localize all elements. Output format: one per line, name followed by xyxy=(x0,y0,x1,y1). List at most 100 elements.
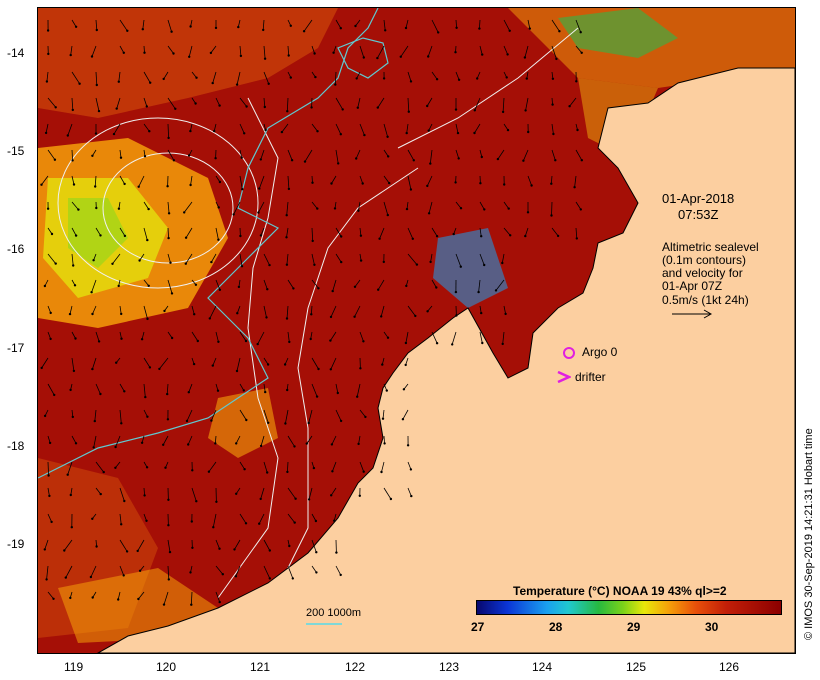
velocity-arrow xyxy=(71,435,77,444)
velocity-arrow-head xyxy=(293,445,296,448)
velocity-arrow-head xyxy=(169,261,172,264)
velocity-arrow-head xyxy=(451,343,454,346)
velocity-arrow xyxy=(474,123,481,134)
velocity-arrow xyxy=(426,175,433,187)
velocity-arrow xyxy=(260,487,265,500)
velocity-arrow-head xyxy=(459,265,462,268)
velocity-arrow-head xyxy=(258,522,261,525)
velocity-arrow-head xyxy=(50,520,53,524)
velocity-arrow-head xyxy=(404,26,408,30)
velocity-arrow xyxy=(286,305,289,319)
velocity-arrow-head xyxy=(145,105,148,108)
velocity-arrow xyxy=(311,383,318,397)
velocity-arrow-head xyxy=(194,102,197,105)
velocity-arrow-head xyxy=(268,577,271,580)
velocity-arrow xyxy=(377,45,385,59)
velocity-arrow xyxy=(330,357,337,370)
velocity-arrow-head xyxy=(481,53,484,56)
velocity-arrow-head xyxy=(503,183,506,186)
velocity-arrow-head xyxy=(218,547,221,550)
velocity-arrow-head xyxy=(504,312,507,316)
velocity-arrow-head xyxy=(293,521,296,524)
velocity-arrow-head xyxy=(74,442,78,445)
velocity-arrow-head xyxy=(166,392,169,396)
velocity-arrow-head xyxy=(291,577,294,580)
velocity-arrow-head xyxy=(404,363,407,367)
velocity-arrow-head xyxy=(190,520,193,523)
velocity-arrow xyxy=(335,19,342,29)
velocity-arrow-head xyxy=(476,77,479,80)
velocity-arrow-head xyxy=(435,78,439,81)
velocity-arrow-head xyxy=(120,422,123,425)
velocity-arrow xyxy=(358,435,361,444)
velocity-arrow-head xyxy=(187,443,190,446)
velocity-arrow-head xyxy=(72,264,75,267)
land-mass xyxy=(96,67,795,653)
x-tick: 125 xyxy=(626,660,647,674)
velocity-arrow-head xyxy=(91,312,94,316)
velocity-arrow xyxy=(502,97,505,112)
velocity-arrow-head xyxy=(240,265,244,268)
velocity-arrow-head xyxy=(402,388,406,391)
velocity-arrow xyxy=(212,357,217,366)
velocity-arrow-head xyxy=(525,77,528,80)
velocity-arrow-head xyxy=(99,392,102,396)
velocity-arrow-head xyxy=(140,441,144,444)
velocity-arrow xyxy=(239,97,247,107)
velocity-arrow-head xyxy=(316,207,319,210)
velocity-arrow-head xyxy=(333,519,336,522)
velocity-arrow xyxy=(215,565,224,575)
velocity-arrow-head xyxy=(579,31,582,34)
velocity-arrow xyxy=(407,305,416,317)
velocity-arrow-head xyxy=(426,104,429,108)
velocity-arrow-head xyxy=(551,103,554,106)
velocity-arrow-head xyxy=(237,25,240,29)
velocity-arrow-head xyxy=(174,107,177,111)
velocity-arrow-head xyxy=(70,526,73,529)
velocity-arrow-head xyxy=(414,314,417,318)
velocity-arrow xyxy=(93,435,97,448)
velocity-arrow-head xyxy=(40,183,43,186)
velocity-arrow xyxy=(431,71,438,80)
velocity-arrow-head xyxy=(52,597,55,600)
velocity-arrow-head xyxy=(168,550,172,554)
velocity-arrow-head xyxy=(558,30,561,33)
velocity-arrow xyxy=(187,435,193,445)
velocity-arrow xyxy=(119,383,125,392)
velocity-arrow-head xyxy=(286,110,289,113)
velocity-arrow-head xyxy=(216,389,220,392)
velocity-arrow-head xyxy=(69,388,72,392)
velocity-arrow-head xyxy=(330,443,334,446)
velocity-arrow-head xyxy=(189,571,192,574)
velocity-arrow xyxy=(407,149,415,161)
velocity-arrow xyxy=(383,19,386,31)
velocity-arrow-head xyxy=(95,545,98,548)
velocity-arrow xyxy=(92,357,97,370)
velocity-arrow-head xyxy=(380,315,383,318)
velocity-arrow-head xyxy=(287,187,291,191)
velocity-arrow-head xyxy=(409,468,413,471)
velocity-arrow xyxy=(383,175,390,184)
velocity-arrow-head xyxy=(94,185,97,188)
velocity-arrow xyxy=(407,175,412,190)
velocity-arrow-head xyxy=(148,366,152,369)
velocity-arrow-head xyxy=(332,51,335,54)
velocity-arrow-head xyxy=(166,185,169,188)
velocity-arrow xyxy=(335,383,339,394)
velocity-arrow-head xyxy=(217,238,220,241)
colorbar-tick: 30 xyxy=(705,620,719,634)
velocity-arrow-head xyxy=(63,549,66,552)
velocity-arrow-head xyxy=(457,157,460,160)
velocity-arrow xyxy=(479,201,485,210)
velocity-arrow-head xyxy=(209,51,213,55)
velocity-arrow xyxy=(407,71,412,82)
velocity-arrow xyxy=(527,175,532,186)
velocity-scale-arrow xyxy=(672,309,713,319)
altimetry-note: 0.5m/s (1kt 24h) xyxy=(662,293,749,307)
velocity-arrow-head xyxy=(483,263,486,267)
velocity-arrow-head xyxy=(141,28,144,31)
velocity-arrow-head xyxy=(388,181,391,185)
velocity-arrow-head xyxy=(218,180,222,184)
velocity-arrow-head xyxy=(383,442,386,445)
velocity-arrow xyxy=(191,331,199,342)
